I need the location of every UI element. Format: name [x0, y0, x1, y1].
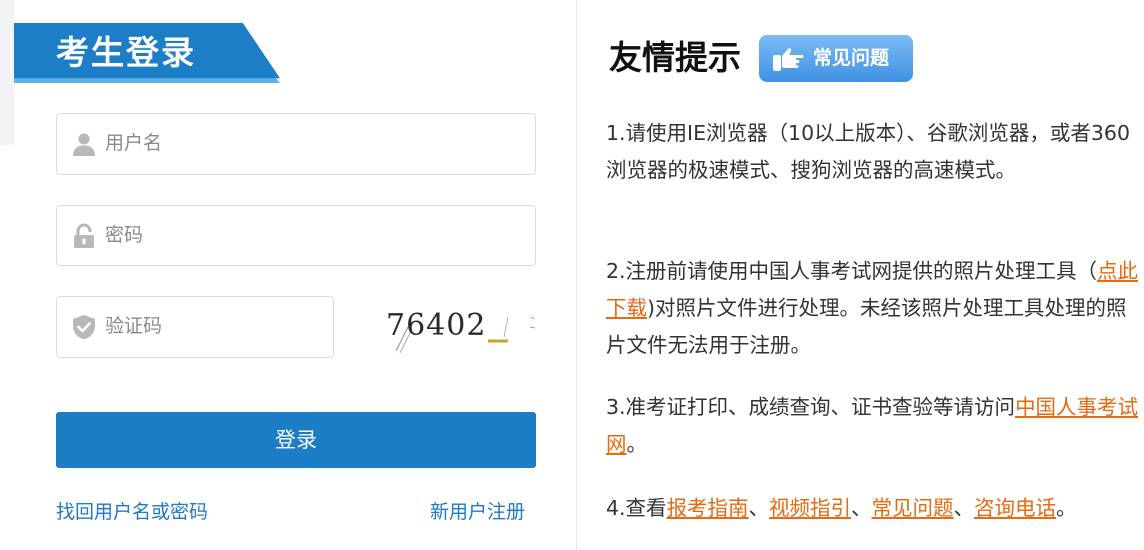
pointing-hand-icon [773, 48, 804, 71]
lock-icon [74, 223, 94, 248]
user-icon [73, 133, 95, 156]
login-title: 考生登录 [56, 33, 196, 72]
captcha-code: 76402 [386, 308, 486, 343]
captcha-image[interactable]: 76402 [384, 297, 536, 355]
username-input[interactable] [105, 114, 525, 172]
username-field[interactable] [56, 113, 536, 175]
faq-badge[interactable]: 常见问题 [759, 35, 913, 82]
register-link[interactable]: 新用户注册 [430, 497, 525, 524]
faq-badge-label: 常见问题 [813, 47, 890, 69]
shield-check-icon [73, 315, 95, 340]
password-input[interactable] [105, 206, 525, 264]
password-field[interactable] [56, 205, 536, 266]
consult-phone-link[interactable]: 咨询电话 [974, 496, 1056, 520]
tips-title: 友情提示 [609, 38, 741, 77]
video-guide-link[interactable]: 视频指引 [769, 496, 851, 520]
captcha-input[interactable] [105, 297, 325, 355]
login-banner: 考生登录 [14, 23, 280, 83]
forgot-credentials-link[interactable]: 找回用户名或密码 [56, 497, 208, 524]
tip-1: 1.请使用IE浏览器（10以上版本）、谷歌浏览器，或者360浏览器的极速模式、搜… [606, 121, 1131, 182]
login-button[interactable]: 登录 [56, 412, 536, 468]
tip-3: 3.准考证打印、成绩查询、证书查验等请访问中国人事考试网。 [606, 395, 1139, 456]
faq-link[interactable]: 常见问题 [872, 496, 954, 520]
captcha-field[interactable] [56, 296, 334, 358]
tip-4: 4.查看报考指南、视频指引、常见问题、咨询电话。 [606, 496, 1077, 520]
login-panel: 考生登录 登录 找回用户名或密码 新用户注册 [14, 0, 576, 550]
tip-2: 2.注册前请使用中国人事考试网提供的照片处理工具（点此下载)对照片文件进行处理。… [606, 259, 1139, 357]
panel-divider [576, 0, 577, 550]
exam-guide-link[interactable]: 报考指南 [667, 496, 749, 520]
background-strip [0, 0, 14, 145]
